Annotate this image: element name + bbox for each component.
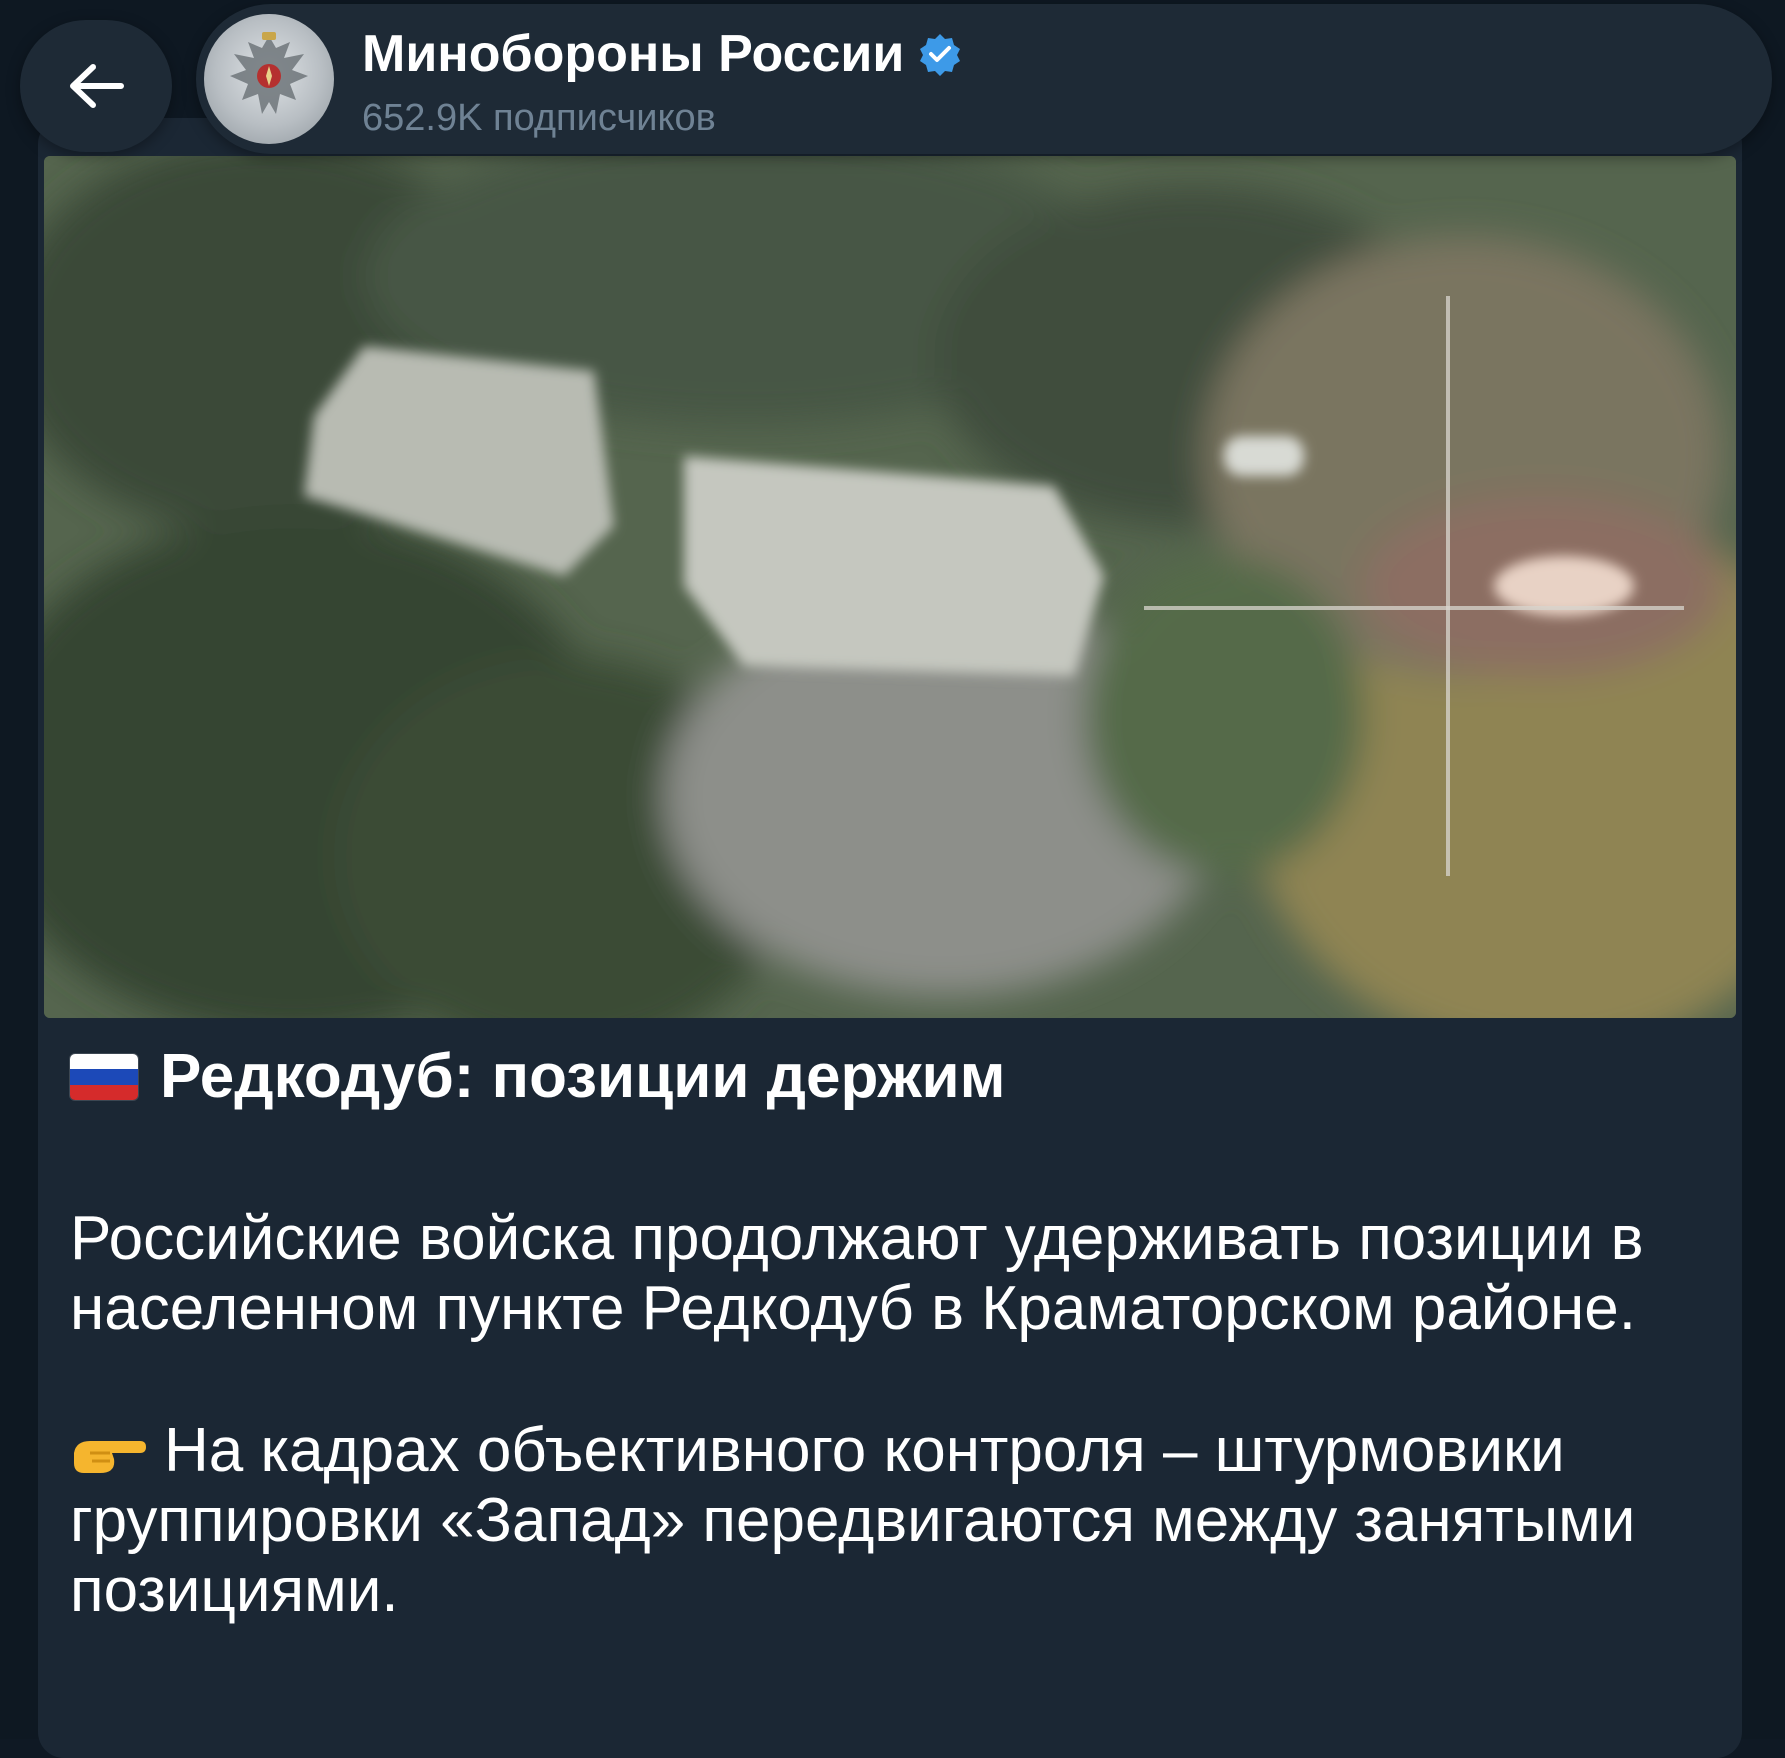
channel-name-text: Минобороны России: [362, 25, 905, 83]
video-thumbnail[interactable]: [44, 156, 1736, 1018]
verified-badge-icon: [920, 34, 961, 76]
channel-name: Минобороны России: [362, 24, 962, 84]
post-paragraph-2: На кадрах объективного контроля – штурмо…: [70, 1416, 1710, 1626]
back-button[interactable]: [20, 20, 172, 152]
emblem-eagle-icon: [230, 32, 308, 114]
russia-flag-icon: [70, 1054, 138, 1100]
post-paragraph-1: Российские войска продолжают удерживать …: [70, 1204, 1644, 1343]
channel-header[interactable]: Минобороны России 652.9K подписчиков: [196, 4, 1772, 154]
message-bubble: Редкодуб: позиции держим Российские войс…: [38, 118, 1742, 1758]
drone-footage-image: [44, 156, 1736, 1018]
post-title: Редкодуб: позиции держим: [70, 1046, 1006, 1108]
post-body: Российские войска продолжают удерживать …: [70, 1204, 1710, 1626]
subscriber-count: 652.9K подписчиков: [362, 97, 716, 139]
channel-avatar[interactable]: [204, 14, 334, 144]
post-title-text: Редкодуб: позиции держим: [160, 1042, 1006, 1111]
post-paragraph-2-text: На кадрах объективного контроля – штурмо…: [70, 1416, 1636, 1625]
arrow-left-icon: [70, 64, 124, 108]
pointing-hand-icon: [74, 1441, 146, 1473]
